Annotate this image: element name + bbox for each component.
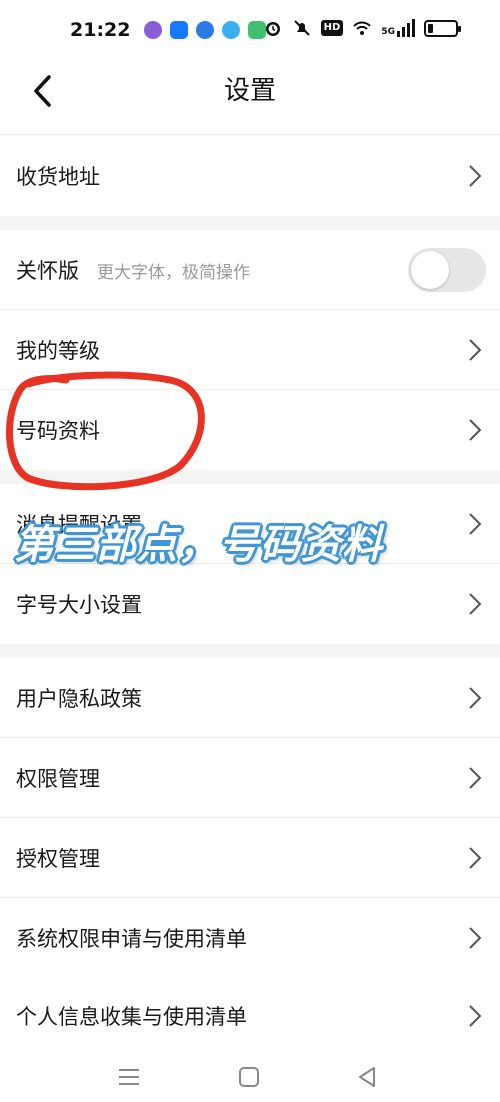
- page-title: 设置: [223, 76, 276, 106]
- divider: [0, 134, 500, 135]
- row-label: 收货地址: [16, 165, 100, 189]
- battery-level: [428, 23, 433, 33]
- alarm-icon: [265, 22, 280, 36]
- section-gap: [0, 216, 500, 230]
- annotation-caption: 第三部点，号码资料: [14, 522, 383, 568]
- settings-row-privacy-policy[interactable]: 用户隐私政策: [0, 658, 500, 738]
- settings-row-font-size[interactable]: 字号大小设置: [0, 564, 500, 644]
- signal-icon: 5G: [381, 19, 415, 37]
- home-icon[interactable]: [234, 1062, 264, 1092]
- chevron-right-icon: [469, 165, 482, 187]
- chevron-right-icon: [469, 593, 482, 615]
- row-label: 授权管理: [16, 847, 100, 871]
- settings-row-address[interactable]: 收货地址: [0, 136, 500, 216]
- nav-bar: 设置: [0, 60, 500, 134]
- toggle-knob: [411, 251, 449, 289]
- row-label: 权限管理: [16, 767, 100, 791]
- chevron-right-icon: [469, 339, 482, 361]
- messages-icon: [144, 21, 163, 39]
- status-right: HD 5G: [263, 18, 461, 38]
- mute-icon: [293, 20, 310, 36]
- back-icon[interactable]: [352, 1062, 382, 1092]
- system-nav-bar: [0, 1052, 500, 1102]
- row-label: 用户隐私政策: [16, 687, 142, 711]
- qq-browser-icon: [222, 21, 241, 39]
- settings-row-authorization[interactable]: 授权管理: [0, 818, 500, 898]
- chevron-right-icon: [469, 687, 482, 709]
- battery-icon: [424, 19, 461, 37]
- network-type: 5G: [381, 27, 395, 37]
- chevron-right-icon: [469, 927, 482, 949]
- row-label: 我的等级: [16, 339, 100, 363]
- alipay-icon: [170, 21, 189, 39]
- row-label: 系统权限申请与使用清单: [16, 927, 247, 951]
- row-label: 字号大小设置: [16, 593, 142, 617]
- status-app-icons: [144, 21, 267, 39]
- wifi-icon: [353, 21, 372, 35]
- settings-row-care-mode: 关怀版 更大字体，极简操作: [0, 230, 500, 310]
- menu-icon[interactable]: [114, 1062, 144, 1092]
- chevron-right-icon: [469, 513, 482, 535]
- status-bar: 21:22 HD 5G: [0, 0, 500, 60]
- chevron-right-icon: [469, 847, 482, 869]
- row-label: 个人信息收集与使用清单: [16, 1005, 247, 1029]
- chevron-right-icon: [469, 1005, 482, 1027]
- row-subtitle: 更大字体，极简操作: [97, 262, 250, 283]
- hd-badge: HD: [320, 20, 344, 36]
- section-gap: [0, 644, 500, 658]
- status-time: 21:22: [70, 19, 131, 41]
- settings-row-system-permission-list[interactable]: 系统权限申请与使用清单: [0, 898, 500, 978]
- row-label: 关怀版: [16, 259, 79, 283]
- chevron-right-icon: [469, 419, 482, 441]
- care-mode-toggle[interactable]: [408, 248, 486, 292]
- settings-row-permissions[interactable]: 权限管理: [0, 738, 500, 818]
- settings-row-personal-info-list[interactable]: 个人信息收集与使用清单: [0, 976, 500, 1056]
- chevron-right-icon: [469, 767, 482, 789]
- annotation-circle: [6, 371, 205, 491]
- browser-icon: [196, 21, 215, 39]
